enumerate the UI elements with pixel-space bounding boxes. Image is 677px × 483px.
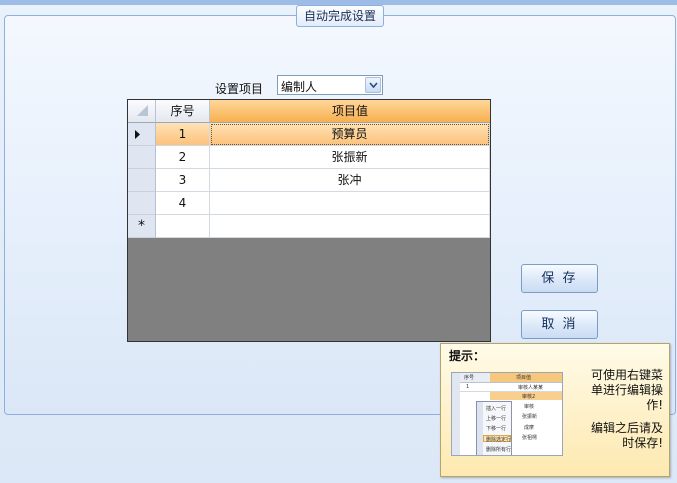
chevron-down-icon[interactable] — [365, 77, 381, 93]
tip-title: 提示： — [449, 349, 486, 363]
mini-menu-item: 下移一行 — [486, 426, 507, 432]
mini-row6-value: 张祖樗 — [522, 435, 538, 441]
row-value[interactable] — [210, 192, 490, 215]
row-seq: 1 — [156, 123, 210, 146]
mini-row2-value: 审核2 — [522, 394, 536, 400]
row-value[interactable]: 张冲 — [210, 169, 490, 192]
mini-selector-column — [452, 373, 460, 455]
new-row-value[interactable] — [210, 215, 490, 238]
new-row-seq[interactable] — [156, 215, 210, 238]
new-row[interactable]: * — [128, 215, 490, 238]
mini-context-menu: 插入一行 上移一行 下移一行 删除选定行 删除所有行 — [476, 401, 512, 455]
mini-menu-item: 插入一行 — [486, 406, 507, 412]
panel-title: 自动完成设置 — [296, 5, 384, 27]
row-value[interactable]: 张振新 — [210, 146, 490, 169]
mini-row5-value: 成摩 — [524, 425, 535, 431]
mini-row4-value: 张振新 — [522, 414, 538, 420]
row-selector[interactable] — [128, 169, 156, 192]
save-button[interactable]: 保 存 — [521, 264, 598, 293]
mini-header-value: 项目值 — [516, 375, 532, 381]
table-row[interactable]: 3 张冲 — [128, 169, 490, 192]
mini-menu-item: 上移一行 — [486, 416, 507, 422]
grid-header-row: 序号 项目值 — [128, 100, 490, 123]
mini-row1-value: 审核人某某 — [518, 385, 544, 391]
row-seq: 2 — [156, 146, 210, 169]
tip-illustration: 序号 项目值 1 审核人某某 审核2 审核 张振新 成摩 张祖樗 插入一行 上移… — [451, 372, 563, 456]
table-row[interactable]: 1 预算员 — [128, 123, 490, 146]
table-row[interactable]: 2 张振新 — [128, 146, 490, 169]
mini-row1-seq: 1 — [466, 384, 470, 390]
table-row[interactable]: 4 — [128, 192, 490, 215]
tip-line-1: 可使用右键菜单进行编辑操作! — [590, 368, 663, 412]
row-seq: 4 — [156, 192, 210, 215]
new-row-marker[interactable]: * — [128, 215, 156, 238]
setting-item-value: 编制人 — [281, 80, 318, 94]
mini-menu-strip — [477, 402, 483, 455]
row-selector[interactable] — [128, 146, 156, 169]
row-selector[interactable] — [128, 192, 156, 215]
tip-line-2: 编辑之后请及时保存! — [590, 421, 663, 450]
row-selector[interactable] — [128, 123, 156, 146]
column-header-seq[interactable]: 序号 — [156, 100, 210, 123]
cancel-button[interactable]: 取 消 — [521, 310, 598, 339]
values-grid[interactable]: 序号 项目值 1 预算员 2 张振新 3 张冲 4 * — [127, 99, 491, 342]
mini-menu-item: 删除所有行 — [486, 447, 512, 453]
column-header-value[interactable]: 项目值 — [210, 100, 490, 123]
row-value[interactable]: 预算员 — [210, 123, 490, 146]
select-all-corner[interactable] — [128, 100, 156, 123]
mini-row3-value: 审核 — [524, 404, 535, 410]
mini-header-seq: 序号 — [464, 375, 475, 381]
mini-menu-item: 删除选定行 — [486, 437, 512, 443]
tip-box: 提示： 序号 项目值 1 审核人某某 审核2 审核 张振新 成摩 张祖樗 插入一… — [440, 343, 670, 477]
setting-item-dropdown[interactable]: 编制人 — [277, 75, 383, 95]
setting-item-label: 设置项目 — [215, 82, 264, 96]
row-seq: 3 — [156, 169, 210, 192]
